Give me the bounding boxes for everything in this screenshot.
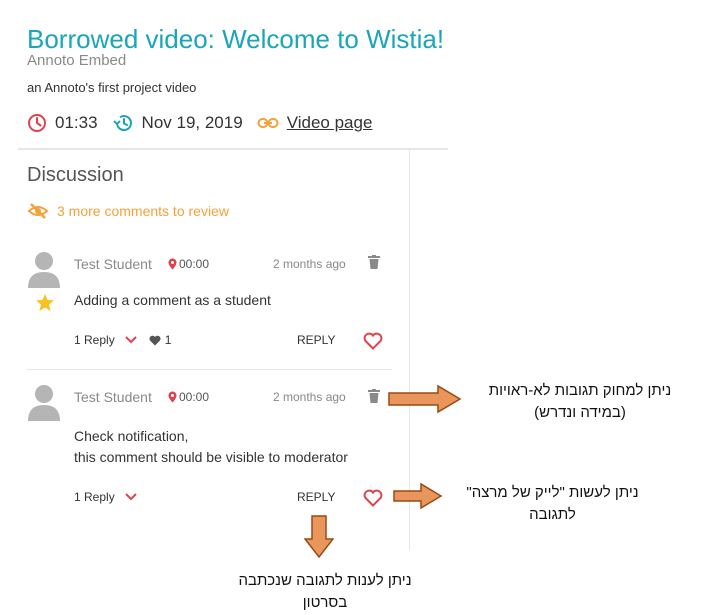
annotation-line: ניתן למחוק תגובות לא-ראויות [488,382,672,399]
replies-toggle[interactable]: 1 Reply [74,490,137,504]
annotation-line: בסרטון [302,594,348,611]
heart-outline-icon[interactable] [363,332,383,350]
location-pin-icon [168,258,177,270]
comment-author: Test Student [74,389,152,405]
video-title: Borrowed video: Welcome to Wistia! [27,24,445,54]
comment-age: 2 months ago [273,390,346,404]
annotation-line: (במידה ונדרש) [534,404,626,421]
comment-timestamp[interactable]: 00:00 [168,390,209,404]
video-description: an Annoto's first project video [27,80,197,95]
star-icon [36,294,54,311]
video-subtitle: Annoto Embed [27,52,127,69]
replies-count[interactable]: 1 Reply [74,333,115,347]
reply-button[interactable]: REPLY [297,490,335,504]
chevron-down-icon [124,493,137,501]
clock-icon [28,114,46,132]
discussion-title: Discussion [27,164,124,186]
timestamp-value[interactable]: 00:00 [179,390,209,404]
likes-count: 1 [164,333,172,347]
chevron-down-icon [124,336,137,344]
annotation-line: ניתן לענות לתגובה שנכתבה [238,572,412,589]
reply-button[interactable]: REPLY [297,333,335,347]
review-notice[interactable]: 3 more comments to review [27,201,229,221]
comment-timestamp[interactable]: 00:00 [168,257,209,271]
video-meta: 01:33 Nov 19, 2019 Video page [27,111,386,135]
video-page[interactable]: Video page [257,113,373,133]
comment-author: Test Student [74,256,152,272]
publish-date: Nov 19, 2019 [112,113,243,133]
duration: 01:33 [27,113,98,133]
replies-count[interactable]: 1 Reply [74,490,115,504]
heart-outline-icon[interactable] [363,489,383,507]
history-icon [112,115,132,132]
like-annotation: ניתן לעשות "לייק של מרצה" לתגובה [445,482,660,526]
avatar [28,252,60,288]
video-page-link[interactable]: Video page [287,113,373,133]
comment-text-line: Adding a comment as a student [74,292,271,308]
delete-annotation: ניתן למחוק תגובות לא-ראויות (במידה ונדרש… [470,380,690,424]
comment-text: Check notification, this comment should … [74,426,348,468]
trash-icon[interactable] [368,255,380,269]
header-divider [18,148,448,150]
comment-divider [26,369,392,370]
annotation-line: ניתן לעשות "לייק של מרצה" [466,484,639,501]
comment-age: 2 months ago [273,257,346,271]
avatar [28,385,60,421]
comment-text-line: Check notification, [74,428,189,444]
date-value: Nov 19, 2019 [141,113,243,132]
arrow-right-icon [388,384,462,414]
timestamp-value[interactable]: 00:00 [179,257,209,271]
arrow-down-icon [304,515,334,559]
replies-toggle[interactable]: 1 Reply 1 [74,333,171,347]
eye-slash-icon [27,203,49,219]
reply-annotation: ניתן לענות לתגובה שנכתבה בסרטון [210,570,440,614]
comment-text: Adding a comment as a student [74,290,271,311]
duration-value: 01:33 [55,113,98,132]
location-pin-icon [168,391,177,403]
review-notice-text[interactable]: 3 more comments to review [57,203,229,219]
heart-filled-icon [149,335,161,345]
annotation-line: לתגובה [529,506,576,523]
arrow-right-icon [393,482,443,510]
comment-text-line: this comment should be visible to modera… [74,449,348,465]
trash-icon[interactable] [368,389,380,403]
link-icon [257,118,279,128]
